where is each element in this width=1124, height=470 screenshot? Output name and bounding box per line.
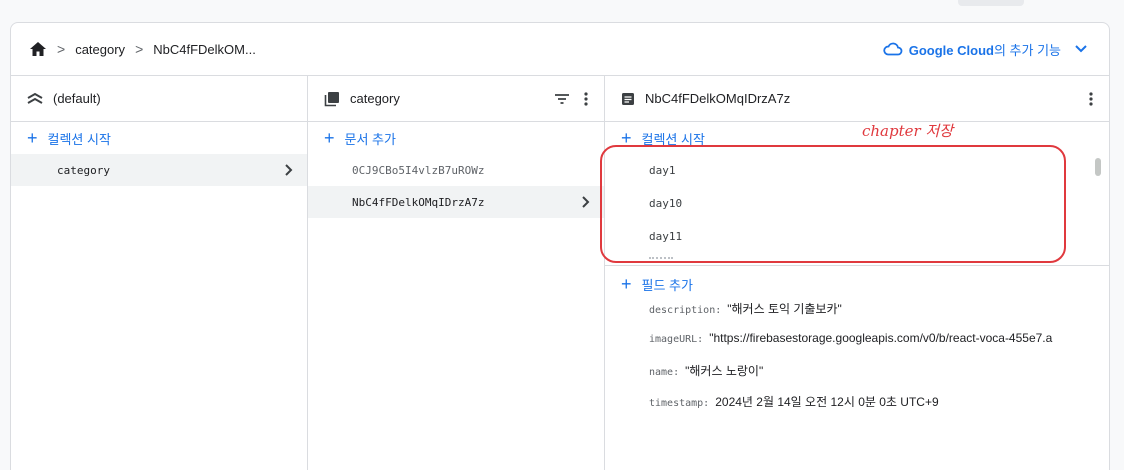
top-tab-stub [958,0,1024,6]
add-field-label: 필드 추가 [641,277,693,293]
document-column: NbC4fFDelkOMqIDrzA7z + 컬렉션 시작 day1 day10… [605,76,1109,470]
database-title: (default) [53,91,101,106]
field-row[interactable]: description: "해커스 토익 기출보카" [605,300,1109,331]
annotation-label: chapter 저장 [862,122,954,140]
chevron-right-icon: > [57,41,66,57]
field-key: name: [649,367,680,378]
chevron-down-icon [1075,45,1087,53]
document-item-label: 0CJ9CBo5I4vlzB7uROWz [352,163,485,177]
home-icon[interactable] [29,41,47,57]
field-key: timestamp: [649,398,710,409]
field-value: "해커스 노랑이" [685,364,764,378]
breadcrumb-item-document[interactable]: NbC4fFDelkOM... [153,42,256,57]
add-field-button[interactable]: + 필드 추가 [605,268,1109,300]
collection-item-label: category [57,163,110,177]
database-stack-icon [27,92,43,106]
filter-icon[interactable] [554,93,570,105]
annotation-outline [600,145,1066,263]
breadcrumb: > category > NbC4fFDelkOM... [29,41,256,57]
more-vert-icon[interactable] [1089,91,1093,106]
field-value: 2024년 2월 14일 오전 12시 0분 0초 UTC+9 [715,395,939,409]
document-item-label: NbC4fFDelkOMqIDrzA7z [352,195,485,209]
field-value: "해커스 토익 기출보카" [727,302,842,316]
plus-icon: + [27,128,38,148]
breadcrumb-item-category[interactable]: category [75,42,125,57]
google-cloud-brand: Google Cloud [908,42,994,58]
field-key: imageURL: [649,334,704,345]
chevron-right-icon [285,164,293,176]
more-vert-icon[interactable] [584,91,588,106]
field-row[interactable]: name: "해커스 노랑이" [605,362,1109,393]
google-cloud-extras-button[interactable]: Google Cloud의 추가 기능 [883,40,1087,59]
divider [605,265,1109,266]
database-column: (default) + 컬렉션 시작 category [11,76,308,470]
database-column-header: (default) [11,76,307,122]
document-column-header: NbC4fFDelkOMqIDrzA7z [605,76,1109,122]
collection-column: category + 문서 추가 0CJ9CBo5I4vlzB7uROWz Nb… [308,76,605,470]
field-row[interactable]: imageURL: "https://firebasestorage.googl… [605,331,1109,362]
field-key: description: [649,305,722,316]
collection-item-category[interactable]: category [11,154,307,186]
document-icon [621,92,635,106]
google-cloud-suffix: 의 추가 기능 [993,42,1061,58]
add-document-button[interactable]: + 문서 추가 [308,122,604,154]
collection-column-header: category [308,76,604,122]
plus-icon: + [621,274,632,294]
add-document-label: 문서 추가 [344,131,396,147]
start-collection-label: 컬렉션 시작 [47,131,111,147]
document-item[interactable]: 0CJ9CBo5I4vlzB7uROWz [308,154,604,186]
field-value: "https://firebasestorage.googleapis.com/… [709,331,1053,345]
cloud-icon [883,42,903,56]
document-item-selected[interactable]: NbC4fFDelkOMqIDrzA7z [308,186,604,218]
start-collection-button[interactable]: + 컬렉션 시작 [11,122,307,154]
chevron-right-icon [582,196,590,208]
field-row[interactable]: timestamp: 2024년 2월 14일 오전 12시 0분 0초 UTC… [605,393,1109,424]
scrollbar-thumb[interactable] [1095,158,1101,176]
document-title: NbC4fFDelkOMqIDrzA7z [645,91,791,106]
plus-icon: + [324,128,335,148]
collection-title: category [350,91,400,106]
topbar: > category > NbC4fFDelkOM... Google Clou… [11,23,1109,75]
collection-icon [324,91,340,107]
chevron-right-icon: > [135,41,144,57]
